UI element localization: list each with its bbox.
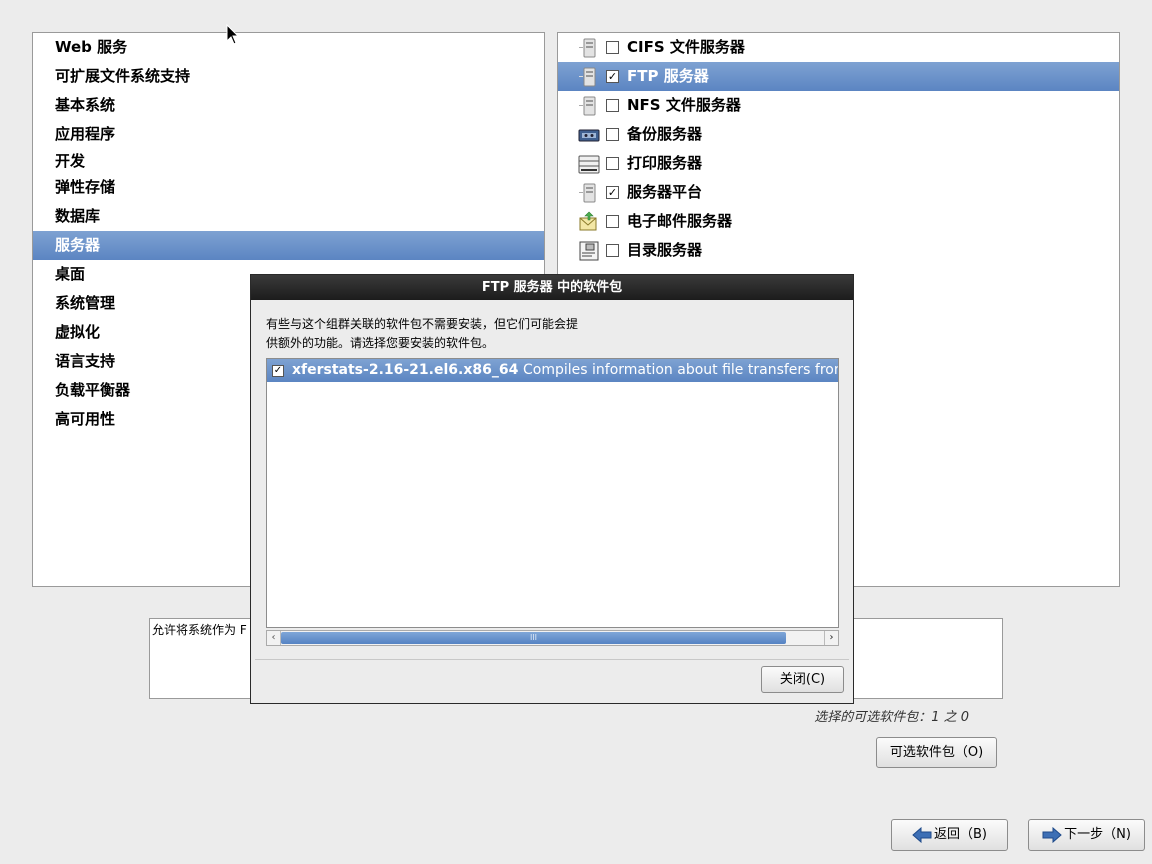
option-item-directory[interactable]: 目录服务器 [558, 236, 1119, 265]
package-description: Compiles information about file transfer… [523, 362, 838, 378]
dialog-description-line: 有些与这个组群关联的软件包不需要安装，但它们可能会提 [266, 317, 579, 331]
option-item-print[interactable]: 打印服务器 [558, 149, 1119, 178]
server-tower-icon [579, 38, 596, 58]
category-item-databases[interactable]: 数据库 [33, 202, 544, 231]
category-item-servers[interactable]: 服务器 [33, 231, 544, 260]
printer-icon [578, 155, 600, 174]
selected-count-label: 选择的可选软件包：1 之 0 [814, 710, 969, 725]
checkbox[interactable] [606, 41, 619, 54]
dialog-description-line: 供额外的功能。请选择您要安装的软件包。 [266, 336, 495, 350]
category-item-web[interactable]: Web 服务 [33, 33, 544, 62]
next-button-label: 下一步（N) [1064, 827, 1131, 842]
category-item-development[interactable]: 开发 [33, 147, 544, 176]
optional-packages-dialog: FTP 服务器 中的软件包 有些与这个组群关联的软件包不需要安装，但它们可能会提… [250, 274, 854, 704]
server-tower-icon [579, 96, 596, 116]
close-button[interactable]: 关闭(C) [761, 666, 844, 693]
scroll-left-arrow-icon[interactable]: ‹ [267, 631, 281, 645]
category-item-resilient-storage[interactable]: 弹性存储 [33, 173, 544, 202]
package-list[interactable]: ✓ xferstats-2.16-21.el6.x86_64 - Compile… [266, 358, 839, 628]
back-button-label: 返回（B) [934, 827, 987, 842]
category-item-applications[interactable]: 应用程序 [33, 120, 544, 149]
package-name: xferstats-2.16-21.el6.x86_64 [292, 362, 519, 378]
checkbox-checked[interactable]: ✓ [272, 365, 284, 377]
checkbox[interactable] [606, 128, 619, 141]
scrollbar-thumb[interactable]: III [281, 632, 786, 644]
checkbox[interactable] [606, 99, 619, 112]
horizontal-scrollbar[interactable]: ‹ III › [266, 630, 839, 646]
optional-packages-button[interactable]: 可选软件包（O) [876, 737, 997, 768]
option-label: 备份服务器 [627, 125, 703, 143]
back-button[interactable]: 返回（B) [891, 819, 1008, 851]
option-label: 服务器平台 [627, 183, 703, 201]
option-label: FTP 服务器 [627, 67, 709, 85]
category-item-scalable-fs[interactable]: 可扩展文件系统支持 [33, 62, 544, 91]
option-item-backup[interactable]: 备份服务器 [558, 120, 1119, 149]
checkbox[interactable] [606, 157, 619, 170]
checkbox-checked[interactable]: ✓ [606, 70, 619, 83]
arrow-right-icon [1042, 826, 1062, 843]
option-item-nfs[interactable]: NFS 文件服务器 [558, 91, 1119, 120]
description-text: 允许将系统作为 F [152, 623, 247, 637]
option-item-cifs[interactable]: CIFS 文件服务器 [558, 33, 1119, 62]
dialog-description: 有些与这个组群关联的软件包不需要安装，但它们可能会提 供额外的功能。请选择您要安… [266, 315, 666, 353]
tape-drive-icon [578, 129, 600, 142]
option-label: 电子邮件服务器 [627, 212, 733, 230]
option-item-ftp[interactable]: ✓ FTP 服务器 [558, 62, 1119, 91]
dialog-separator [255, 659, 849, 660]
checkbox-checked[interactable]: ✓ [606, 186, 619, 199]
checkbox[interactable] [606, 215, 619, 228]
directory-icon [579, 241, 599, 261]
option-item-server-platform[interactable]: ✓ 服务器平台 [558, 178, 1119, 207]
mail-icon [579, 211, 597, 231]
server-tower-icon [579, 183, 596, 203]
option-label: CIFS 文件服务器 [627, 38, 745, 56]
option-label: NFS 文件服务器 [627, 96, 741, 114]
scroll-right-arrow-icon[interactable]: › [824, 631, 838, 645]
option-label: 打印服务器 [627, 154, 703, 172]
checkbox[interactable] [606, 244, 619, 257]
server-tower-icon [579, 67, 596, 87]
package-row[interactable]: ✓ xferstats-2.16-21.el6.x86_64 - Compile… [267, 359, 838, 382]
arrow-left-icon [912, 826, 932, 843]
mouse-pointer-icon [226, 24, 240, 45]
option-label: 目录服务器 [627, 241, 703, 259]
option-item-mail[interactable]: 电子邮件服务器 [558, 207, 1119, 236]
next-button[interactable]: 下一步（N) [1028, 819, 1145, 851]
package-separator: - [513, 362, 519, 378]
category-item-base-system[interactable]: 基本系统 [33, 91, 544, 120]
dialog-title: FTP 服务器 中的软件包 [251, 275, 853, 300]
